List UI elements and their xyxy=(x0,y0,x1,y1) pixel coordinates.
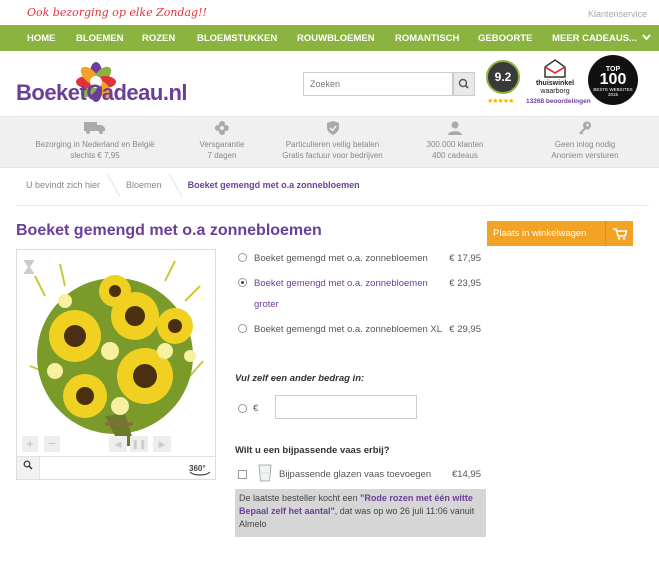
option-radio-1[interactable] xyxy=(238,253,247,262)
custom-amount-radio[interactable] xyxy=(238,404,247,413)
nav-home[interactable]: HOME xyxy=(27,33,56,44)
magnifier-icon[interactable] xyxy=(17,457,40,479)
thuiswinkel-line2: waarborg xyxy=(540,88,570,95)
flower-icon xyxy=(172,121,272,135)
usp-bar: Bezorging in Nederland en België slechts… xyxy=(0,116,659,168)
option-price-2: € 23,95 xyxy=(449,278,481,289)
option-price-1: € 17,95 xyxy=(449,253,481,264)
site-logo[interactable]: BoeketCadeau.nl xyxy=(16,60,188,110)
view-360-button[interactable]: 360° xyxy=(189,464,215,476)
next-image-button[interactable]: ▶ xyxy=(153,436,171,452)
logo-name: BoeketCadeau xyxy=(16,80,163,105)
option-radio-2[interactable] xyxy=(238,278,247,287)
page-title: Boeket gemengd met o.a zonnebloemen xyxy=(16,222,322,239)
cart-icon xyxy=(605,221,633,246)
top100-number: 100 xyxy=(599,71,627,88)
prev-image-button[interactable]: ◀ xyxy=(109,436,127,452)
logo-tld: .nl xyxy=(162,80,188,105)
rating-badge[interactable]: 9.2 xyxy=(486,60,520,94)
divider xyxy=(16,205,649,206)
usp-anonymous-line2: Anoniem versturen xyxy=(551,151,619,160)
usp-payment: Particulieren veilig betalen Gratis fact… xyxy=(270,117,395,161)
product-image[interactable] xyxy=(25,256,205,446)
option-label-3[interactable]: Boeket gemengd met o.a. zonnebloemen XL xyxy=(254,324,442,335)
search-input[interactable]: Zoeken xyxy=(303,72,453,96)
vase-price: €14,95 xyxy=(451,469,481,480)
breadcrumb-home[interactable]: U bevindt zich hier xyxy=(16,180,114,190)
zoom-in-button[interactable]: + xyxy=(22,436,38,452)
usp-freshness: Versgarantie 7 dagen xyxy=(172,117,272,161)
usp-delivery-line1: Bezorging in Nederland en België xyxy=(35,140,155,149)
vase-title: Wilt u een bijpassende vaas erbij? xyxy=(235,445,390,456)
search-icon xyxy=(458,78,469,89)
key-icon xyxy=(535,121,635,135)
option-label-2-cont[interactable]: groter xyxy=(254,299,279,310)
custom-amount-input[interactable] xyxy=(275,395,417,419)
vase-icon xyxy=(258,464,272,482)
usp-freshness-line2: 7 dagen xyxy=(207,151,237,160)
top100-caption: BESTE WEBSITES 2015 xyxy=(593,87,633,97)
pause-button[interactable]: ❚❚ xyxy=(130,436,148,452)
custom-amount-title: Vul zelf een ander bedrag in: xyxy=(235,373,365,384)
shield-icon xyxy=(270,121,395,135)
recent-order-notice: De laatste besteller kocht een "Rode roz… xyxy=(235,489,486,537)
option-radio-3[interactable] xyxy=(238,324,247,333)
usp-delivery: Bezorging in Nederland en België slechts… xyxy=(30,117,160,161)
usp-delivery-line2: slechts € 7,95 xyxy=(70,151,120,160)
usp-payment-line1: Particulieren veilig betalen xyxy=(285,140,380,149)
nav-meer-cadeaus[interactable]: MEER CADEAUS... xyxy=(552,33,651,44)
breadcrumb-current: Boeket gemengd met o.a zonnebloemen xyxy=(187,180,360,190)
truck-icon xyxy=(30,121,160,135)
rating-stars: ★★★★★ xyxy=(487,98,514,105)
thuiswinkel-label: thuiswinkel waarborg xyxy=(535,80,575,96)
usp-anonymous-line1: Geen inlog nodig xyxy=(554,140,616,149)
vase-checkbox[interactable] xyxy=(238,470,247,479)
nav-bloemstukken[interactable]: BLOEMSTUKKEN xyxy=(197,33,277,44)
nav-bloemen[interactable]: BLOEMEN xyxy=(76,33,124,44)
usp-freshness-line1: Versgarantie xyxy=(199,140,245,149)
breadcrumb: U bevindt zich hier Bloemen Boeket gemen… xyxy=(16,172,378,198)
view-360-label: 360° xyxy=(189,464,206,473)
zoom-out-button[interactable]: − xyxy=(44,436,60,452)
breadcrumb-category[interactable]: Bloemen xyxy=(118,180,176,190)
nav-romantisch[interactable]: ROMANTISCH xyxy=(395,33,459,44)
nav-geboorte[interactable]: GEBOORTE xyxy=(478,33,532,44)
nav-meer-cadeaus-label: MEER CADEAUS... xyxy=(552,33,637,44)
thuiswinkel-icon[interactable] xyxy=(543,58,567,78)
usp-payment-line2: Gratis factuur voor bedrijven xyxy=(282,151,383,160)
notice-prefix: De laatste besteller kocht een xyxy=(239,493,361,503)
site-header: BoeketCadeau.nl Zoeken 9.2 ★★★★★ 13268 b… xyxy=(0,52,659,114)
reviews-count[interactable]: 13268 beoordelingen xyxy=(526,98,591,105)
chevron-down-icon xyxy=(642,33,651,43)
usp-customers-line1: 300.000 klanten xyxy=(426,140,484,149)
thuiswinkel-line1: thuiswinkel xyxy=(535,80,575,87)
user-icon xyxy=(405,121,505,135)
top100-badge[interactable]: TOP 100 BESTE WEBSITES 2015 xyxy=(588,55,638,105)
gallery-toolbar: 360° xyxy=(17,456,215,479)
logo-text: BoeketCadeau.nl xyxy=(16,80,188,106)
nav-rouwbloemen[interactable]: ROUWBLOEMEN xyxy=(297,33,375,44)
top-bar: Ook bezorging op elke Zondag!! Klantense… xyxy=(0,0,659,24)
customer-service-link[interactable]: Klantenservice xyxy=(588,9,647,19)
currency-symbol: € xyxy=(253,403,259,414)
vase-label[interactable]: Bijpassende glazen vaas toevoegen xyxy=(279,469,431,480)
usp-customers: 300.000 klanten 400 cadeaus xyxy=(405,117,505,161)
add-to-cart-label: Plaats in winkelwagen xyxy=(493,228,587,239)
add-to-cart-button[interactable]: Plaats in winkelwagen xyxy=(487,221,633,246)
option-label-2[interactable]: Boeket gemengd met o.a. zonnebloemen xyxy=(254,278,428,289)
nav-rozen[interactable]: ROZEN xyxy=(142,33,175,44)
main-nav: HOME BLOEMEN ROZEN BLOEMSTUKKEN ROUWBLOE… xyxy=(0,25,659,51)
tagline: Ook bezorging op elke Zondag!! xyxy=(27,6,207,19)
usp-customers-line2: 400 cadeaus xyxy=(432,151,478,160)
search-button[interactable] xyxy=(453,72,475,96)
option-label-1[interactable]: Boeket gemengd met o.a. zonnebloemen xyxy=(254,253,428,264)
product-gallery[interactable]: + − ◀ ❚❚ ▶ 360° xyxy=(16,249,216,480)
usp-anonymous: Geen inlog nodig Anoniem versturen xyxy=(535,117,635,161)
option-price-3: € 29,95 xyxy=(449,324,481,335)
